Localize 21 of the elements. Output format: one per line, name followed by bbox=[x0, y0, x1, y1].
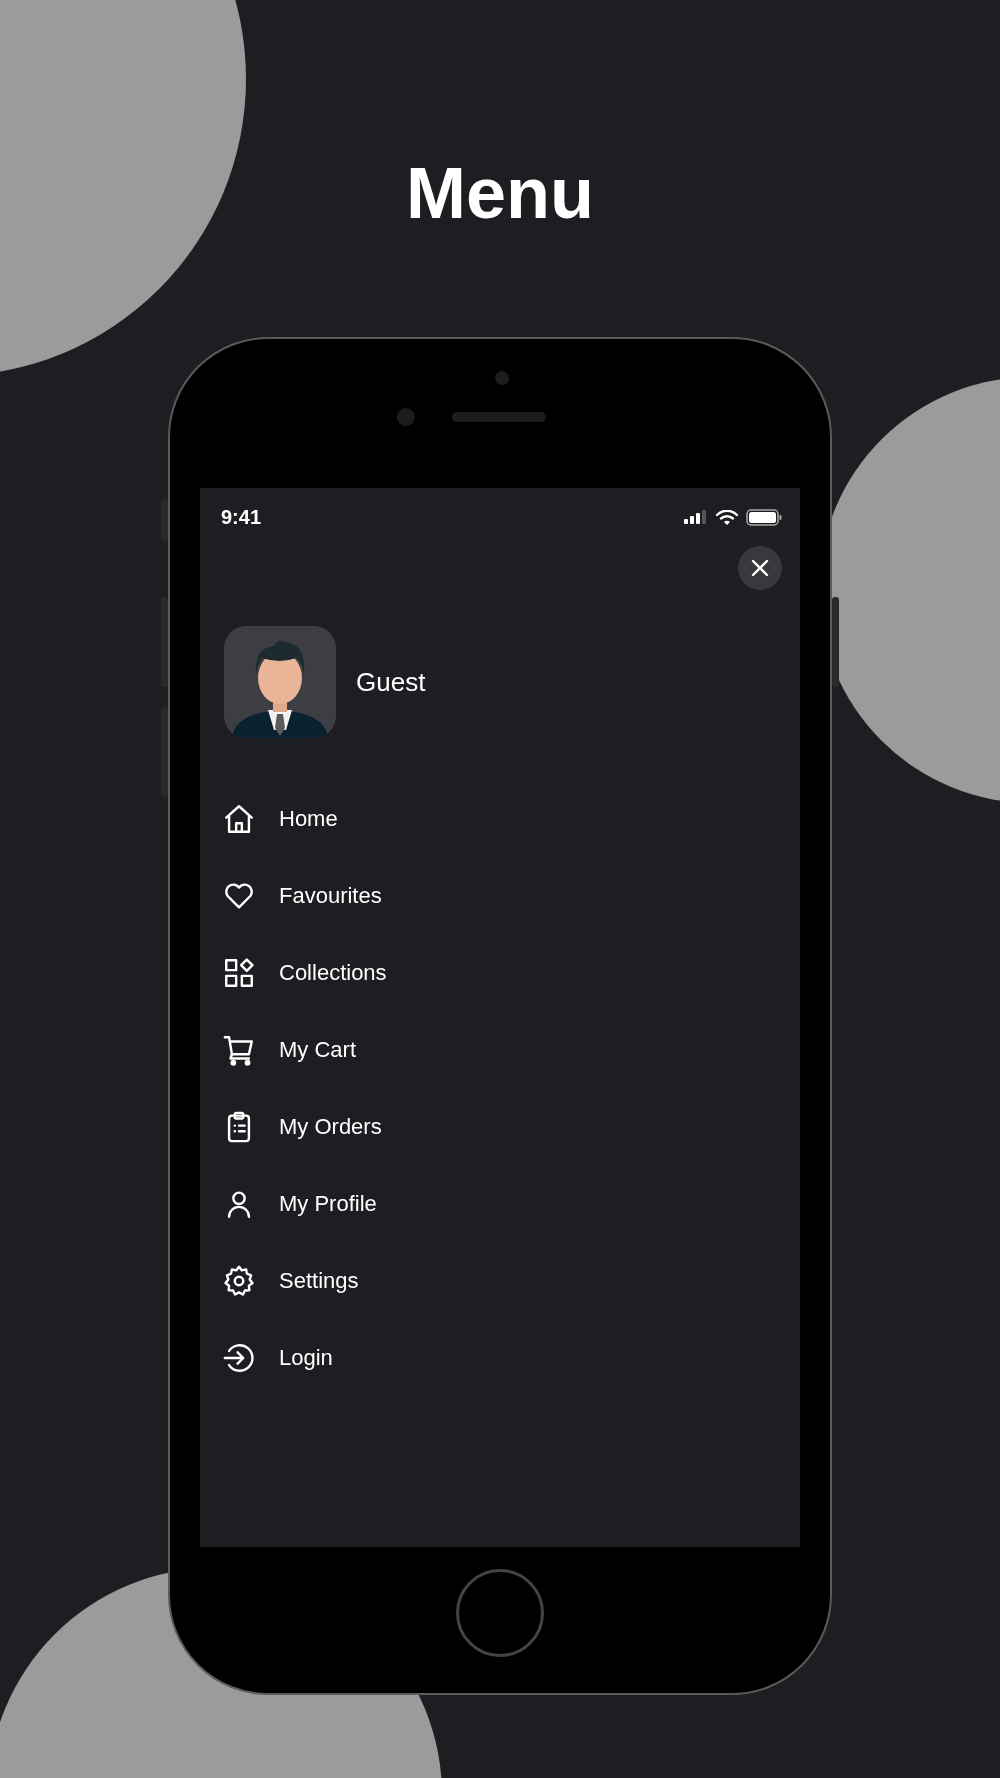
menu-item[interactable]: Home bbox=[222, 780, 338, 857]
shapes-icon bbox=[222, 955, 256, 990]
signal-icon bbox=[684, 510, 708, 524]
battery-icon bbox=[746, 508, 782, 526]
menu-item[interactable]: Collections bbox=[222, 934, 387, 1011]
sensor-dot bbox=[397, 408, 415, 426]
close-button[interactable] bbox=[738, 546, 782, 590]
settings-icon bbox=[222, 1263, 256, 1298]
status-time: 9:41 bbox=[221, 505, 262, 529]
menu-item[interactable]: My Cart bbox=[222, 1011, 356, 1088]
menu-item[interactable]: Settings bbox=[222, 1242, 359, 1319]
profile-name: Guest bbox=[356, 666, 426, 698]
page-title: Menu bbox=[406, 152, 594, 235]
wifi-icon bbox=[716, 509, 738, 525]
avatar-icon bbox=[224, 626, 336, 738]
menu-item[interactable]: Favourites bbox=[222, 857, 382, 934]
menu-item[interactable]: My Profile bbox=[222, 1165, 377, 1242]
camera-dot bbox=[495, 371, 509, 385]
close-icon bbox=[751, 559, 769, 577]
menu-item[interactable]: My Orders bbox=[222, 1088, 382, 1165]
menu-item[interactable]: Login bbox=[222, 1319, 333, 1396]
